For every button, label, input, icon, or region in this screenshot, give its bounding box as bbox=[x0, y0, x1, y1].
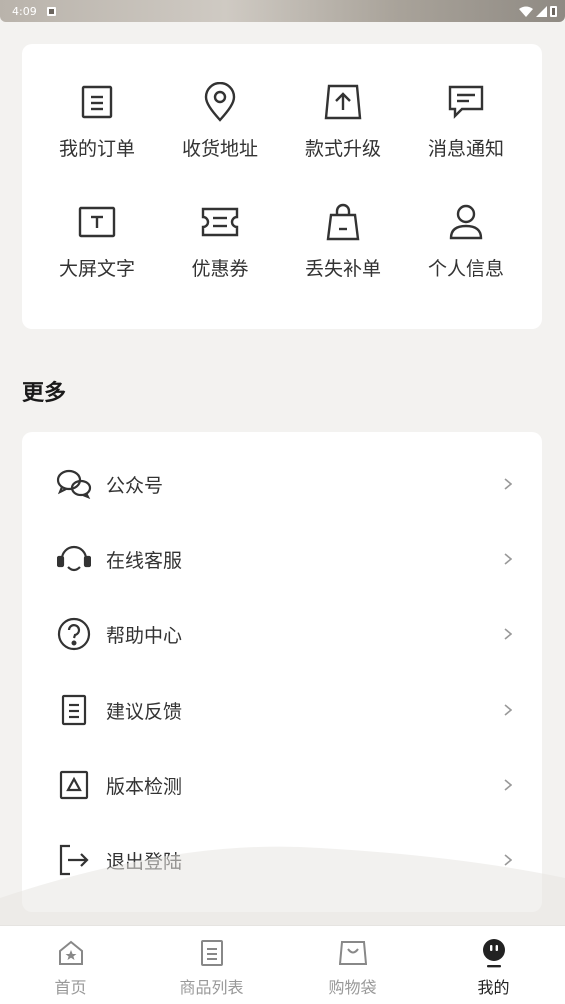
user-icon bbox=[446, 202, 486, 242]
grid-item-big-text[interactable]: 大屏文字 bbox=[37, 202, 157, 302]
grid-item-label: 收货地址 bbox=[181, 138, 258, 160]
chevron-right-icon bbox=[502, 854, 514, 866]
list-item-label: 版本检测 bbox=[106, 775, 183, 798]
grid-item-label: 大屏文字 bbox=[58, 258, 135, 280]
tab-label: 我的 bbox=[477, 978, 510, 997]
version-icon bbox=[56, 767, 92, 803]
order-icon bbox=[77, 82, 117, 122]
list-item-label: 帮助中心 bbox=[106, 624, 183, 647]
battery-icon bbox=[550, 6, 557, 17]
grid-item-messages[interactable]: 消息通知 bbox=[406, 82, 526, 182]
help-icon bbox=[56, 616, 92, 652]
grid-item-coupon[interactable]: 优惠券 bbox=[160, 202, 280, 302]
section-title-more: 更多 bbox=[22, 381, 67, 406]
list-item-label: 在线客服 bbox=[106, 549, 183, 572]
list-item-help-center[interactable]: 帮助中心 bbox=[22, 604, 542, 664]
wechat-icon bbox=[56, 466, 92, 502]
notification-icon bbox=[46, 6, 56, 16]
bag-icon bbox=[323, 202, 363, 242]
list-item-version-check[interactable]: 版本检测 bbox=[22, 755, 542, 815]
status-bar: 4:09 bbox=[0, 0, 565, 22]
bottom-tab-bar: 首页 商品列表 购物袋 我的 bbox=[0, 925, 565, 1004]
more-list: 公众号 在线客服 帮助中心 建议反馈 版本检测 退出登陆 bbox=[22, 432, 542, 912]
chevron-right-icon bbox=[502, 628, 514, 640]
grid-item-orders[interactable]: 我的订单 bbox=[37, 82, 157, 182]
list-item-customer-service[interactable]: 在线客服 bbox=[22, 529, 542, 589]
chevron-right-icon bbox=[502, 553, 514, 565]
signal-icon bbox=[536, 5, 547, 17]
feedback-icon bbox=[56, 692, 92, 728]
wifi-icon bbox=[519, 6, 533, 17]
grid-item-label: 丢失补单 bbox=[304, 258, 381, 280]
status-time: 4:09 bbox=[12, 4, 37, 18]
message-icon bbox=[446, 82, 486, 122]
list-icon bbox=[197, 938, 227, 968]
list-item-logout[interactable]: 退出登陆 bbox=[22, 830, 542, 890]
chevron-right-icon bbox=[502, 478, 514, 490]
grid-item-profile[interactable]: 个人信息 bbox=[406, 202, 526, 302]
home-icon bbox=[56, 938, 86, 968]
tab-mine[interactable]: 我的 bbox=[423, 926, 564, 1004]
grid-item-label: 优惠券 bbox=[191, 258, 249, 280]
tab-label: 首页 bbox=[54, 978, 87, 997]
list-item-label: 退出登陆 bbox=[106, 850, 183, 873]
grid-item-upgrade[interactable]: 款式升级 bbox=[283, 82, 403, 182]
grid-item-label: 我的订单 bbox=[58, 138, 135, 160]
tab-product-list[interactable]: 商品列表 bbox=[141, 926, 282, 1004]
tab-label: 商品列表 bbox=[179, 978, 244, 997]
list-item-official-account[interactable]: 公众号 bbox=[22, 454, 542, 514]
list-item-label: 公众号 bbox=[106, 474, 164, 497]
coupon-icon bbox=[200, 202, 240, 242]
grid-item-label: 个人信息 bbox=[427, 258, 504, 280]
grid-item-label: 消息通知 bbox=[427, 138, 504, 160]
tab-label: 购物袋 bbox=[328, 978, 377, 997]
tab-home[interactable]: 首页 bbox=[0, 926, 141, 1004]
big-text-icon bbox=[77, 202, 117, 242]
grid-item-lost-order[interactable]: 丢失补单 bbox=[283, 202, 403, 302]
list-item-feedback[interactable]: 建议反馈 bbox=[22, 680, 542, 740]
chevron-right-icon bbox=[502, 779, 514, 791]
shopping-bag-icon bbox=[338, 938, 368, 968]
headset-icon bbox=[56, 541, 92, 577]
grid-item-address[interactable]: 收货地址 bbox=[160, 82, 280, 182]
grid-item-label: 款式升级 bbox=[304, 138, 381, 160]
chevron-right-icon bbox=[502, 704, 514, 716]
location-icon bbox=[200, 82, 240, 122]
mine-icon bbox=[479, 938, 509, 968]
tab-shopping-bag[interactable]: 购物袋 bbox=[282, 926, 423, 1004]
list-item-label: 建议反馈 bbox=[106, 700, 183, 723]
upgrade-icon bbox=[323, 82, 363, 122]
shortcut-grid: 我的订单 收货地址 款式升级 消息通知 大屏文字 优惠券 丢失补单 个人信息 bbox=[22, 44, 542, 329]
logout-icon bbox=[56, 842, 92, 878]
